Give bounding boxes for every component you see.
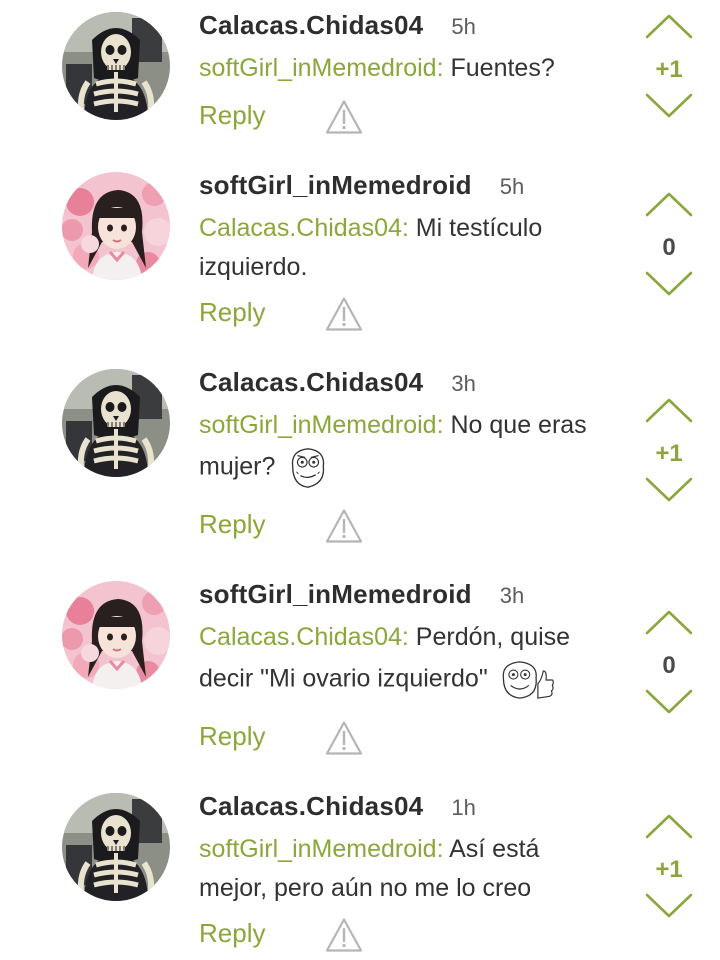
report-warning-icon[interactable] <box>325 99 363 135</box>
vote-score: 0 <box>662 652 676 679</box>
upvote-arrow-icon[interactable] <box>644 190 694 218</box>
thumbs-up-face-icon <box>498 657 556 703</box>
girl-avatar-icon <box>62 172 170 280</box>
reply-button[interactable]: Reply <box>199 100 265 131</box>
comment-time: 3h <box>499 583 525 608</box>
reply-button[interactable]: Reply <box>199 297 265 328</box>
comment-text: softGirl_inMemedroid: Fuentes? <box>199 49 555 88</box>
skeleton-avatar-icon <box>62 793 170 901</box>
comment-time: 5h <box>499 174 525 199</box>
vote-control: +1 <box>641 396 697 504</box>
downvote-arrow-icon[interactable] <box>644 270 694 298</box>
reply-button[interactable]: Reply <box>199 509 265 540</box>
comment-text: softGirl_inMemedroid: Así está mejor, pe… <box>199 830 609 908</box>
downvote-arrow-icon[interactable] <box>644 476 694 504</box>
rage-face-icon <box>285 445 331 491</box>
vote-control: +1 <box>641 812 697 920</box>
vote-score: +1 <box>655 856 683 883</box>
comment-author[interactable]: Calacas.Chidas04 <box>199 367 423 397</box>
report-warning-icon[interactable] <box>325 508 363 544</box>
report-warning-icon[interactable] <box>325 917 363 953</box>
upvote-arrow-icon[interactable] <box>644 396 694 424</box>
vote-control: +1 <box>641 12 697 120</box>
avatar[interactable] <box>62 581 170 689</box>
comment-message: Fuentes? <box>450 54 555 82</box>
vote-score: +1 <box>655 440 683 467</box>
vote-score: +1 <box>655 56 683 83</box>
downvote-arrow-icon[interactable] <box>644 688 694 716</box>
comment-mention[interactable]: Calacas.Chidas04: <box>199 623 409 651</box>
comment-author[interactable]: softGirl_inMemedroid <box>199 170 472 200</box>
downvote-arrow-icon[interactable] <box>644 892 694 920</box>
upvote-arrow-icon[interactable] <box>644 12 694 40</box>
downvote-arrow-icon[interactable] <box>644 92 694 120</box>
avatar[interactable] <box>62 793 170 901</box>
comment-author[interactable]: softGirl_inMemedroid <box>199 579 472 609</box>
skeleton-avatar-icon <box>62 369 170 477</box>
comment-mention[interactable]: Calacas.Chidas04: <box>199 214 409 242</box>
comment-time: 3h <box>451 371 476 396</box>
girl-avatar-icon <box>62 581 170 689</box>
avatar[interactable] <box>62 12 170 120</box>
comment-text: Calacas.Chidas04: Mi testículo izquierdo… <box>199 209 609 287</box>
vote-control: 0 <box>641 190 697 298</box>
upvote-arrow-icon[interactable] <box>644 812 694 840</box>
vote-score: 0 <box>662 234 676 261</box>
reply-button[interactable]: Reply <box>199 918 265 949</box>
comment-time: 5h <box>451 14 476 39</box>
vote-control: 0 <box>641 608 697 716</box>
comment-text: softGirl_inMemedroid: No que eras mujer? <box>199 406 619 491</box>
comment-mention[interactable]: softGirl_inMemedroid: <box>199 835 444 863</box>
comment-mention[interactable]: softGirl_inMemedroid: <box>199 54 444 82</box>
reply-button[interactable]: Reply <box>199 721 265 752</box>
comment-time: 1h <box>451 795 476 820</box>
comment-mention[interactable]: softGirl_inMemedroid: <box>199 411 444 439</box>
comment-author[interactable]: Calacas.Chidas04 <box>199 10 423 40</box>
report-warning-icon[interactable] <box>325 296 363 332</box>
upvote-arrow-icon[interactable] <box>644 608 694 636</box>
avatar[interactable] <box>62 172 170 280</box>
comment-text: Calacas.Chidas04: Perdón, quise decir "M… <box>199 618 629 703</box>
skeleton-avatar-icon <box>62 12 170 120</box>
avatar[interactable] <box>62 369 170 477</box>
comment-author[interactable]: Calacas.Chidas04 <box>199 791 423 821</box>
report-warning-icon[interactable] <box>325 720 363 756</box>
